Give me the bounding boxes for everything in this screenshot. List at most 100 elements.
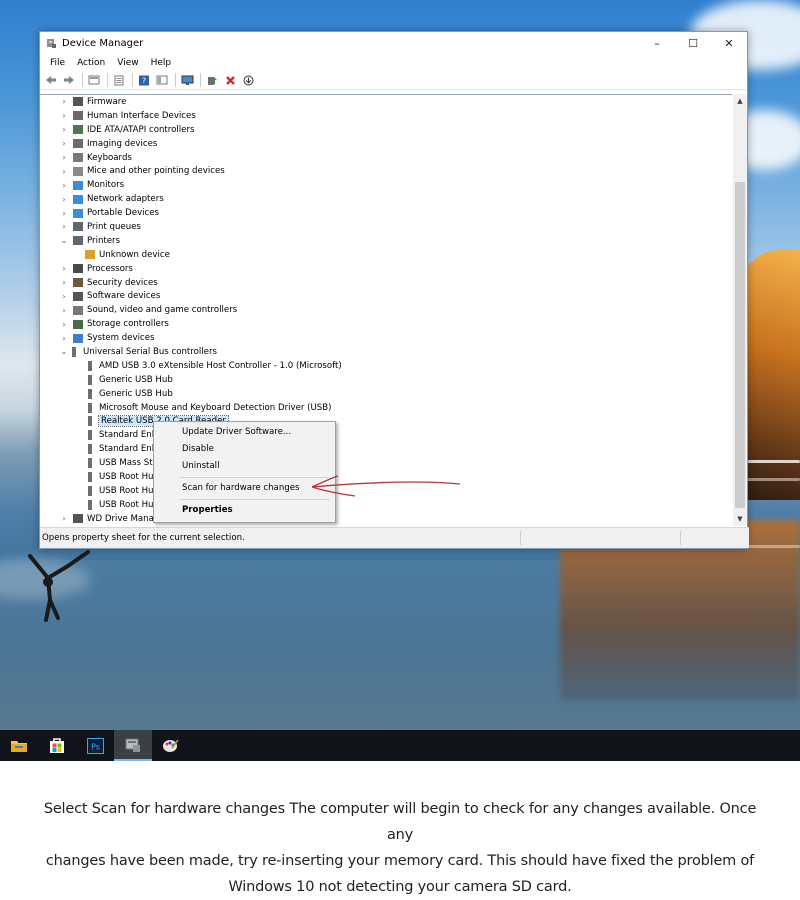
tree-category[interactable]: ›WD Drive Management devices <box>40 512 732 526</box>
file-explorer-icon[interactable] <box>0 730 38 761</box>
software-icon <box>73 291 83 301</box>
tree-category[interactable]: ⌄ Universal Serial Bus controllers <box>40 345 732 359</box>
expand-chevron-icon[interactable]: › <box>59 209 69 218</box>
tree-category[interactable]: › Network adapters <box>40 192 732 206</box>
update-driver-icon[interactable] <box>204 73 220 87</box>
svg-text:Ps: Ps <box>91 742 100 751</box>
tree-device[interactable]: Microsoft Mouse and Keyboard Detection D… <box>40 401 732 415</box>
usb-icon <box>88 402 92 413</box>
expand-chevron-icon[interactable]: › <box>59 195 69 204</box>
tree-item-label: Mice and other pointing devices <box>87 166 225 177</box>
download-icon[interactable] <box>240 73 256 87</box>
tree-category[interactable]: › Processors <box>40 262 732 276</box>
hid-icon <box>73 111 83 121</box>
expand-chevron-icon[interactable]: › <box>59 514 69 523</box>
menu-disable[interactable]: Disable <box>182 444 214 454</box>
usb-icon <box>72 346 76 357</box>
menu-file[interactable]: File <box>44 58 71 68</box>
expand-chevron-icon[interactable]: › <box>59 222 69 231</box>
vertical-scrollbar[interactable]: ▲ ▼ <box>733 94 747 526</box>
tree-device[interactable]: Realtek USB 2.0 Card Reader <box>40 414 732 428</box>
expand-chevron-icon[interactable]: › <box>59 139 69 148</box>
usb-icon <box>88 416 92 427</box>
scroll-thumb[interactable] <box>735 182 745 508</box>
caption-line-3: Windows 10 not detecting your camera SD … <box>228 879 572 895</box>
camera-icon <box>73 139 83 149</box>
menu-action[interactable]: Action <box>71 58 111 68</box>
menu-uninstall[interactable]: Uninstall <box>182 461 219 471</box>
properties-icon[interactable] <box>86 73 102 87</box>
maximize-button[interactable]: ☐ <box>675 32 711 54</box>
collapse-chevron-icon[interactable]: ⌄ <box>59 236 69 245</box>
tree-category[interactable]: › Software devices <box>40 289 732 303</box>
tree-category[interactable]: › Imaging devices <box>40 137 732 151</box>
tree-device[interactable]: Generic USB Hub <box>40 373 732 387</box>
tree-category[interactable]: › Mice and other pointing devices <box>40 164 732 178</box>
expand-chevron-icon[interactable]: › <box>59 125 69 134</box>
view-icon[interactable] <box>154 73 170 87</box>
tree-category[interactable]: › IDE ATA/ATAPI controllers <box>40 123 732 137</box>
usb-icon <box>88 360 92 371</box>
list-icon[interactable] <box>111 73 127 87</box>
tree-item-label: AMD USB 3.0 eXtensible Host Controller -… <box>99 360 342 371</box>
tree-category[interactable]: › Print queues <box>40 220 732 234</box>
tree-category[interactable]: › Security devices <box>40 276 732 290</box>
expand-chevron-icon[interactable]: › <box>59 306 69 315</box>
photoshop-icon[interactable]: Ps <box>76 730 114 761</box>
tree-item-label: Generic USB Hub <box>99 374 173 385</box>
uninstall-icon[interactable] <box>222 73 238 87</box>
tree-item-label: Printers <box>87 235 121 246</box>
title-bar[interactable]: Device Manager – ☐ ✕ <box>40 32 747 54</box>
expand-chevron-icon[interactable]: › <box>59 334 69 343</box>
wd-drive-icon <box>73 514 83 524</box>
expand-chevron-icon[interactable]: › <box>59 292 69 301</box>
tree-category[interactable]: › Monitors <box>40 178 732 192</box>
tree-device[interactable]: Unknown device <box>40 248 732 262</box>
tree-category[interactable]: › Keyboards <box>40 151 732 165</box>
store-icon[interactable] <box>38 730 76 761</box>
menu-view[interactable]: View <box>111 58 144 68</box>
tree-item-label: Generic USB Hub <box>99 388 173 399</box>
expand-chevron-icon[interactable]: › <box>59 167 69 176</box>
expand-chevron-icon[interactable]: › <box>59 320 69 329</box>
device-manager-icon[interactable] <box>114 730 152 761</box>
help-icon[interactable]: ? <box>136 73 152 87</box>
menu-update-driver[interactable]: Update Driver Software... <box>182 427 291 437</box>
tree-category[interactable]: › System devices <box>40 331 732 345</box>
tree-device[interactable]: Generic USB Hub <box>40 387 732 401</box>
tree-device[interactable]: AMD USB 3.0 eXtensible Host Controller -… <box>40 359 732 373</box>
expand-chevron-icon[interactable]: › <box>59 111 69 120</box>
expand-chevron-icon[interactable]: › <box>59 278 69 287</box>
back-icon[interactable] <box>43 73 59 87</box>
tree-category[interactable]: ⌄ Printers <box>40 234 732 248</box>
toolbar-separator <box>200 73 201 87</box>
tree-item-label: Standard Enh <box>99 444 158 455</box>
scroll-down-icon[interactable]: ▼ <box>733 512 747 526</box>
tree-item-label: Universal Serial Bus controllers <box>83 346 217 357</box>
tree-category[interactable]: › Human Interface Devices <box>40 109 732 123</box>
wave <box>745 460 800 463</box>
tree-category[interactable]: › Portable Devices <box>40 206 732 220</box>
expand-chevron-icon[interactable]: › <box>59 264 69 273</box>
tree-device[interactable]: USB Mass Sto <box>40 456 732 470</box>
expand-chevron-icon[interactable]: › <box>59 153 69 162</box>
monitor-icon[interactable] <box>179 73 195 87</box>
tree-device[interactable]: Standard Enh <box>40 428 732 442</box>
menu-help[interactable]: Help <box>145 58 178 68</box>
tree-category[interactable]: › Storage controllers <box>40 317 732 331</box>
collapse-chevron-icon[interactable]: ⌄ <box>59 347 69 356</box>
tree-category[interactable]: › Sound, video and game controllers <box>40 303 732 317</box>
expand-chevron-icon[interactable]: › <box>59 97 69 106</box>
menu-properties[interactable]: Properties <box>182 505 233 515</box>
tree-device[interactable]: Standard Enh <box>40 442 732 456</box>
tree-category[interactable]: › Firmware <box>40 95 732 109</box>
unknown-device-icon <box>85 250 95 260</box>
tree-item-label: USB Root Hu <box>99 499 154 510</box>
forward-icon[interactable] <box>61 73 77 87</box>
close-button[interactable]: ✕ <box>711 32 747 54</box>
scroll-up-icon[interactable]: ▲ <box>733 94 747 108</box>
expand-chevron-icon[interactable]: › <box>59 181 69 190</box>
menu-scan-hardware[interactable]: Scan for hardware changes <box>182 483 299 493</box>
minimize-button[interactable]: – <box>639 32 675 54</box>
paint-icon[interactable] <box>152 730 190 761</box>
